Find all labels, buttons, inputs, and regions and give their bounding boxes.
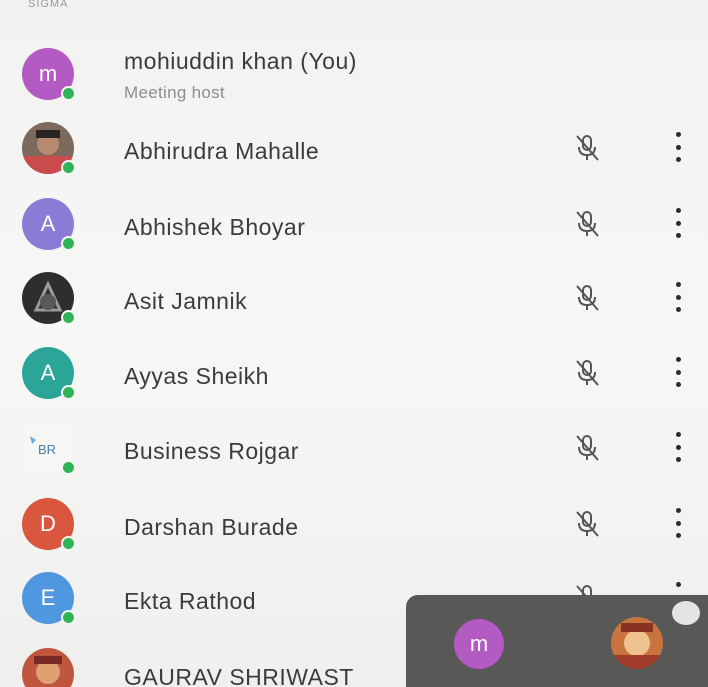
avatar-initial: m xyxy=(38,61,58,86)
participant-row[interactable]: Abhirudra Mahalle xyxy=(0,112,708,186)
mic-off-icon[interactable] xyxy=(572,132,602,164)
participant-row-host[interactable]: m mohiuddin khan (You) Meeting host xyxy=(0,38,708,112)
online-dot xyxy=(61,536,76,551)
participants-panel: SIGMA m mohiuddin khan (You) Meeting hos… xyxy=(0,0,708,687)
online-dot xyxy=(61,610,76,625)
avatar xyxy=(22,272,76,325)
participant-name: Business Rojgar xyxy=(124,438,299,464)
mic-off-icon[interactable] xyxy=(572,282,602,314)
participant-name: Abhirudra Mahalle xyxy=(124,138,320,164)
participant-row[interactable]: D Darshan Burade xyxy=(0,488,708,562)
online-dot xyxy=(61,385,76,400)
participant-row[interactable]: A Abhishek Bhoyar xyxy=(0,188,708,262)
avatar-photo xyxy=(22,648,74,687)
avatar: A xyxy=(22,198,76,251)
pip-self-avatar: m xyxy=(454,619,504,669)
participant-row[interactable]: A Ayyas Sheikh xyxy=(0,337,708,411)
participant-name: Ayyas Sheikh xyxy=(124,363,269,389)
participant-role: Meeting host xyxy=(124,83,225,102)
avatar xyxy=(22,122,76,175)
panel-header-cut: SIGMA xyxy=(28,0,69,10)
mic-off-icon[interactable] xyxy=(572,208,602,240)
participant-name: mohiuddin khan (You) xyxy=(124,48,357,74)
pip-self-initial: m xyxy=(469,631,489,656)
online-dot xyxy=(61,236,76,251)
mic-off-icon[interactable] xyxy=(572,357,602,389)
more-options-icon[interactable] xyxy=(670,282,686,312)
avatar: A xyxy=(22,347,76,400)
pip-participant-avatar xyxy=(611,617,663,669)
more-options-icon[interactable] xyxy=(670,508,686,538)
participant-name: Asit Jamnik xyxy=(124,288,248,314)
avatar: E xyxy=(22,572,76,625)
more-options-icon[interactable] xyxy=(670,357,686,387)
more-options-icon[interactable] xyxy=(670,132,686,162)
more-options-icon[interactable] xyxy=(670,432,686,462)
participant-row[interactable]: Asit Jamnik xyxy=(0,262,708,336)
participant-name: Abhishek Bhoyar xyxy=(124,214,306,240)
avatar: D xyxy=(22,498,76,551)
online-dot xyxy=(61,460,76,475)
mic-off-icon[interactable] xyxy=(572,432,602,464)
pip-indicator-icon xyxy=(672,601,700,625)
avatar-initial: D xyxy=(40,511,56,536)
participant-name: Darshan Burade xyxy=(124,514,299,540)
svg-text:BR: BR xyxy=(38,442,56,457)
avatar: m xyxy=(22,48,76,101)
avatar-initial: A xyxy=(40,211,56,236)
avatar-initial: E xyxy=(40,585,56,610)
avatar: BR xyxy=(22,422,76,475)
avatar-initial: A xyxy=(40,360,56,385)
participant-name: Ekta Rathod xyxy=(124,588,257,614)
online-dot xyxy=(61,160,76,175)
more-options-icon[interactable] xyxy=(670,208,686,238)
participant-name: GAURAV SHRIWAST xyxy=(124,664,354,687)
participant-row[interactable]: BR Business Rojgar xyxy=(0,412,708,486)
pip-overlay[interactable]: m xyxy=(406,595,708,687)
pip-participant-photo xyxy=(611,617,663,669)
avatar xyxy=(22,648,74,687)
online-dot xyxy=(61,310,76,325)
online-dot xyxy=(61,86,76,101)
mic-off-icon[interactable] xyxy=(572,508,602,540)
